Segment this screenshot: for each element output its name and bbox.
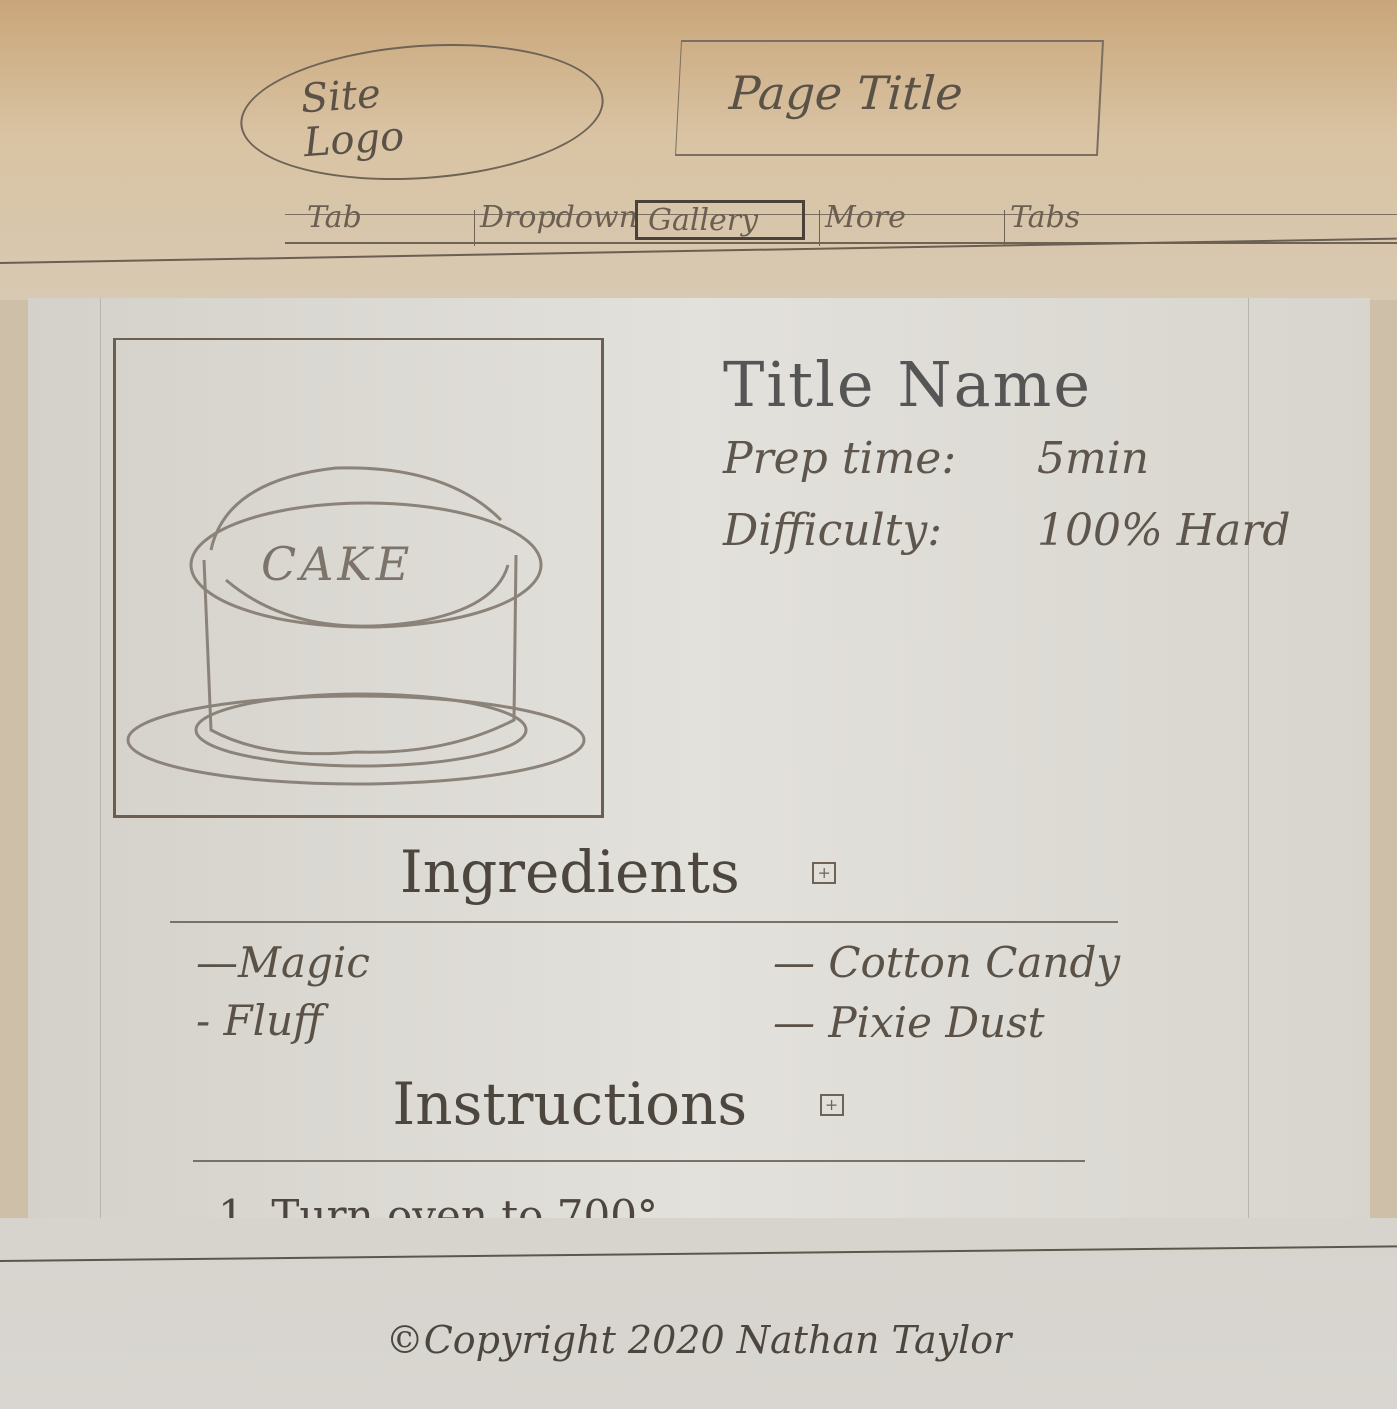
main-content: CAKE Title Name Prep time: 5min Difficul… — [28, 298, 1370, 1218]
expand-icon[interactable]: + — [812, 861, 837, 884]
site-logo[interactable]: Site Logo — [235, 32, 609, 192]
tab-more[interactable]: More — [819, 200, 906, 246]
site-header: Site Logo Page Title Tab Dropdown Galler… — [0, 0, 1397, 300]
ingredient-item: - Fluff — [196, 996, 323, 1045]
left-margin-line — [100, 298, 101, 1218]
ingredient-item: — Cotton Candy — [773, 938, 1121, 987]
tab-more-label: More — [825, 200, 906, 235]
difficulty-row: Difficulty: 100% Hard — [723, 505, 1323, 577]
instructions-rule — [193, 1160, 1085, 1162]
page-title-box: Page Title — [674, 40, 1105, 156]
recipe-title: Title Name — [723, 348, 1093, 421]
difficulty-label: Difficulty: — [723, 505, 943, 556]
recipe-image[interactable]: CAKE — [113, 338, 604, 818]
expand-icon[interactable]: + — [819, 1093, 844, 1116]
page-title: Page Title — [727, 66, 965, 120]
tab-tab-label: Tab — [307, 200, 362, 235]
tab-gallery-label: Gallery — [648, 203, 759, 238]
cake-plate-inner — [194, 692, 528, 768]
copyright-text: ©Copyright 2020 Nathan Taylor — [385, 1318, 1012, 1362]
tab-divider — [819, 210, 820, 246]
tab-dropdown[interactable]: Dropdown — [474, 200, 638, 246]
tab-divider — [1004, 210, 1005, 246]
tab-tabs-label: Tabs — [1010, 200, 1081, 235]
recipe-info: Title Name Prep time: 5min Difficulty: 1… — [723, 348, 1323, 577]
footer-divider — [0, 1245, 1397, 1262]
instructions-heading: Instructions — [392, 1070, 748, 1138]
cake-label: CAKE — [261, 537, 413, 591]
prep-time-label: Prep time: — [723, 433, 957, 484]
instruction-step: 1. Turn oven to 700° — [218, 1191, 658, 1218]
tab-divider — [474, 210, 475, 246]
ingredients-heading: Ingredients — [399, 838, 740, 906]
site-logo-text: Site Logo — [299, 70, 406, 167]
ingredients-rule — [170, 921, 1118, 923]
prep-time-row: Prep time: 5min — [723, 433, 1323, 505]
tab-tabs[interactable]: Tabs — [1004, 200, 1081, 246]
cake-illustration: CAKE — [126, 466, 586, 786]
difficulty-value: 100% Hard — [1037, 505, 1291, 556]
ingredients-section-header: Ingredients + — [358, 838, 878, 906]
site-footer: ©Copyright 2020 Nathan Taylor — [0, 1218, 1397, 1409]
instructions-section-header: Instructions + — [358, 1070, 878, 1138]
tab-dropdown-label: Dropdown — [480, 200, 638, 235]
tab-tab[interactable]: Tab — [307, 200, 362, 240]
tab-gallery[interactable]: Gallery — [635, 200, 805, 240]
ingredient-item: — Pixie Dust — [773, 998, 1045, 1047]
prep-time-value: 5min — [1037, 433, 1150, 484]
ingredient-item: —Magic — [196, 938, 370, 987]
